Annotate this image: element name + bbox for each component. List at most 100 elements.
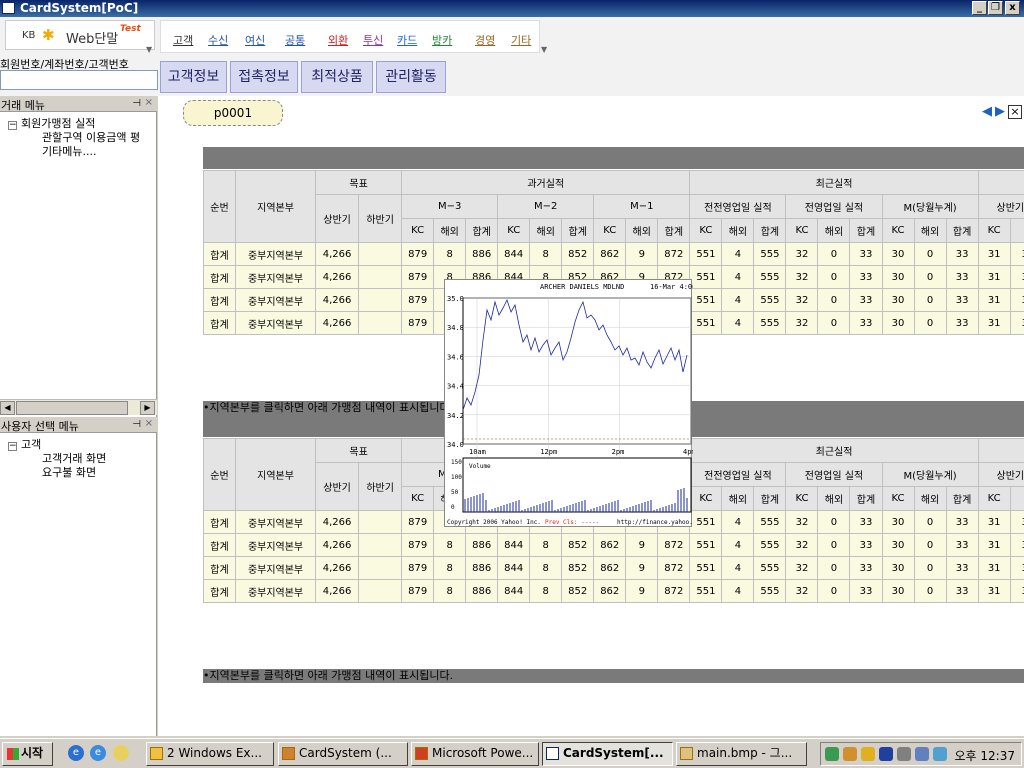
- cell-value: 33: [849, 311, 883, 335]
- table-row[interactable]: 합계중부지역본부4,266879888684488528629872551455…: [202, 579, 1024, 603]
- cell-value: 33: [945, 579, 979, 603]
- menu-customer[interactable]: 고객: [173, 32, 193, 48]
- menu-card[interactable]: 카드: [397, 32, 417, 48]
- window-title-bar[interactable]: CardSystem[PoC] _ ❐ x: [0, 0, 1024, 17]
- close-icon[interactable]: ×: [145, 97, 153, 108]
- pin-icon[interactable]: ⊣: [132, 98, 141, 109]
- app-icon: [2, 2, 15, 14]
- collapse-icon[interactable]: −: [8, 442, 17, 451]
- header-prev2-day: 전전영업일 실적: [689, 462, 787, 487]
- cell-region-link[interactable]: 중부지역본부: [235, 242, 317, 266]
- task-powerpoint[interactable]: Microsoft Powe...: [411, 742, 539, 766]
- x-tick-label: 12pm: [540, 448, 557, 456]
- browser-icon[interactable]: e: [68, 745, 84, 761]
- close-icon[interactable]: ×: [145, 418, 153, 429]
- tray-icon-security[interactable]: [861, 747, 875, 761]
- tree-leaf-demand-deposit[interactable]: 요구불 화면: [42, 464, 96, 480]
- menu-etc[interactable]: 기타: [511, 32, 531, 48]
- cell-region-link[interactable]: 중부지역본부: [235, 533, 317, 557]
- tray-icon-monitor[interactable]: [879, 747, 893, 761]
- cell-target-second: [358, 579, 403, 603]
- menu-deposit[interactable]: 수신: [208, 32, 228, 48]
- tab-management-activity[interactable]: 관리활동: [376, 61, 446, 93]
- task-cardsystem-active[interactable]: CardSystem[...: [542, 742, 673, 766]
- minimize-button[interactable]: _: [972, 1, 987, 15]
- restore-button[interactable]: ❐: [988, 1, 1003, 15]
- header-m3: M−3: [401, 194, 499, 219]
- close-page-icon[interactable]: ×: [1008, 105, 1022, 119]
- cell-value: 862: [593, 556, 627, 580]
- cell-value: 879: [401, 288, 435, 312]
- cell-value: 4: [721, 242, 755, 266]
- tray-icon-network[interactable]: [825, 747, 839, 761]
- tree-leaf-other-menu[interactable]: 기타메뉴....: [42, 143, 96, 159]
- volume-tick-label: 50: [451, 489, 459, 496]
- cell-value: 879: [401, 510, 435, 534]
- header-overseas: 해외: [433, 218, 467, 243]
- cell-value: 551: [689, 288, 723, 312]
- prev-icon[interactable]: ◀: [982, 104, 992, 119]
- collapse-icon[interactable]: −: [8, 121, 17, 130]
- cell-region-link[interactable]: 중부지역본부: [235, 556, 317, 580]
- kb-web-terminal-logo[interactable]: KB ✱ Web단말 Test: [5, 20, 155, 50]
- messenger-icon[interactable]: [113, 745, 129, 761]
- tab-optimal-product[interactable]: 최적상품: [301, 61, 373, 93]
- tx-menu-header: 거래 메뉴 ⊣ ×: [0, 96, 157, 112]
- cell-region-link[interactable]: 중부지역본부: [235, 579, 317, 603]
- stock-chart-svg: 35.0 34.8 34.6 34.4 34.2 34.0 10am 12pm 2pm 4pm AR…: [447, 283, 708, 526]
- cell-seq: 합계: [202, 288, 237, 312]
- member-search-input[interactable]: [0, 70, 158, 90]
- close-window-button[interactable]: x: [1005, 1, 1020, 15]
- cell-region-link[interactable]: 중부지역본부: [235, 510, 317, 534]
- menu-loan[interactable]: 여신: [245, 32, 265, 48]
- scroll-right-icon[interactable]: ▶: [140, 401, 155, 415]
- table-row[interactable]: 합계중부지역본부4,266879888684488528629872551455…: [202, 242, 1024, 266]
- tab-contact-info[interactable]: 접촉정보: [230, 61, 298, 93]
- tray-icon-volume[interactable]: [897, 747, 911, 761]
- table-row[interactable]: 합계중부지역본부4,266879888684488528629872551455…: [202, 533, 1024, 557]
- cell-region-link[interactable]: 중부지역본부: [235, 288, 317, 312]
- task-windows-explorer[interactable]: 2 Windows Ex...: [146, 742, 274, 766]
- cell-value: 852: [561, 556, 595, 580]
- menu-expand-icon[interactable]: ▼: [541, 45, 547, 54]
- tray-icon-update[interactable]: [915, 747, 929, 761]
- cell-target-first: 4,266: [315, 242, 360, 266]
- x-tick-label: 4pm: [683, 448, 693, 456]
- header-month-cumulative: M(당월누계): [881, 194, 979, 219]
- menu-forex[interactable]: 외환: [328, 32, 348, 48]
- task-paint[interactable]: main.bmp - 그...: [676, 742, 807, 766]
- tray-icon-ime[interactable]: [933, 747, 947, 761]
- cell-region-link[interactable]: 중부지역본부: [235, 311, 317, 335]
- scroll-left-icon[interactable]: ◀: [0, 401, 15, 415]
- header-kc: KC: [977, 218, 1011, 243]
- menu-investment[interactable]: 투신: [363, 32, 383, 48]
- tab-customer-info[interactable]: 고객정보: [160, 61, 227, 93]
- cell-value: 852: [561, 579, 595, 603]
- menu-management[interactable]: 경영: [475, 32, 495, 48]
- table-row[interactable]: 합계중부지역본부4,266879888684488528629872551455…: [202, 556, 1024, 580]
- start-button[interactable]: 시작: [2, 742, 53, 766]
- top-menu-bar: 고객 수신 여신 공통 외환 투신 카드 방카 경영 기타: [160, 20, 540, 53]
- cell-value: 4: [721, 510, 755, 534]
- header-total: 합계: [849, 218, 883, 243]
- folder-icon: [150, 747, 163, 760]
- cell-value: 852: [561, 533, 595, 557]
- tray-icon-app[interactable]: [843, 747, 857, 761]
- scroll-thumb[interactable]: [16, 401, 128, 415]
- cell-value: 0: [817, 556, 851, 580]
- y-tick-label: 34.4: [447, 383, 464, 391]
- next-icon[interactable]: ▶: [995, 104, 1005, 119]
- ie-icon[interactable]: e: [90, 745, 106, 761]
- logo-expand-icon[interactable]: ▼: [146, 45, 152, 54]
- menu-bancassurance[interactable]: 방카: [432, 32, 452, 48]
- cell-value: 32: [785, 579, 819, 603]
- header-first-half: 상반기: [315, 462, 360, 511]
- cell-region-link[interactable]: 중부지역본부: [235, 265, 317, 289]
- menu-common[interactable]: 공통: [285, 32, 305, 48]
- horizontal-scrollbar[interactable]: ◀ ▶: [0, 399, 157, 415]
- pin-icon[interactable]: ⊣: [132, 419, 141, 430]
- cell-value: 879: [401, 556, 435, 580]
- cell-value: 0: [913, 288, 947, 312]
- task-cardsystem-1[interactable]: CardSystem (...: [278, 742, 408, 766]
- tree-node-customer[interactable]: − 고객: [8, 436, 41, 452]
